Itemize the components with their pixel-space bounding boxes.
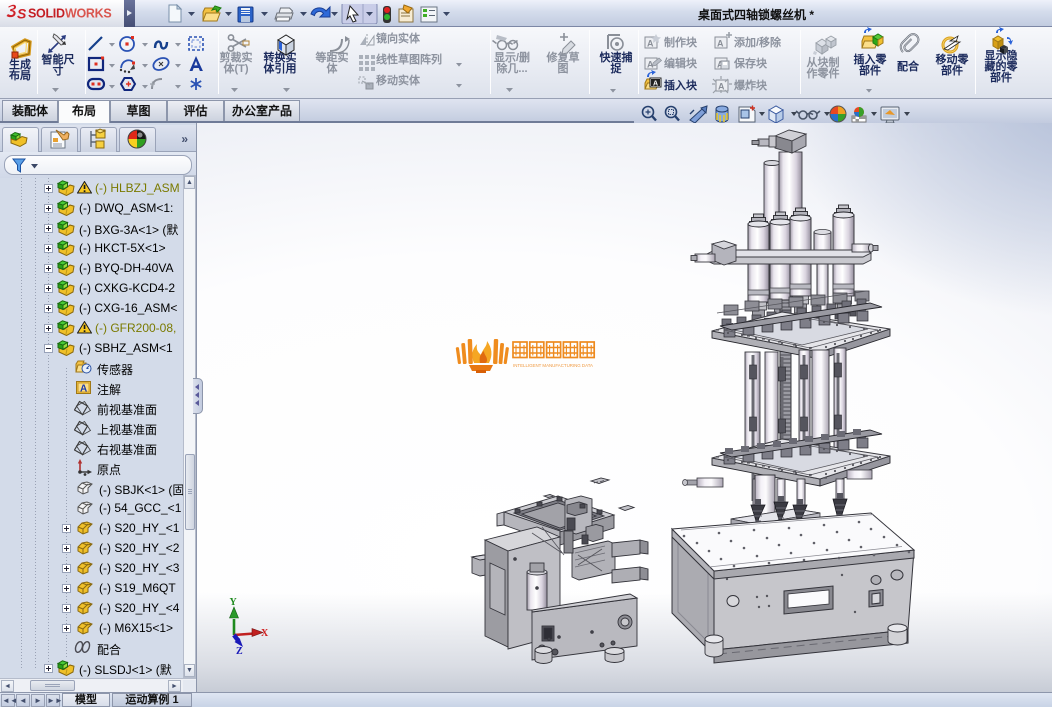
svg-text:A: A <box>80 384 87 395</box>
svg-text:S: S <box>17 6 27 22</box>
svg-text:A: A <box>647 39 654 49</box>
svg-text:INTELLIGENT MANUFACTURING DATA: INTELLIGENT MANUFACTURING DATA <box>513 363 594 369</box>
svg-text:A: A <box>653 81 658 88</box>
svg-text:Z: Z <box>236 646 243 657</box>
svg-text:SOLID: SOLID <box>28 7 65 21</box>
svg-text:WORKS: WORKS <box>65 7 111 21</box>
svg-text:Y: Y <box>230 597 238 608</box>
svg-text:X: X <box>261 628 269 639</box>
svg-text:A: A <box>717 39 724 49</box>
